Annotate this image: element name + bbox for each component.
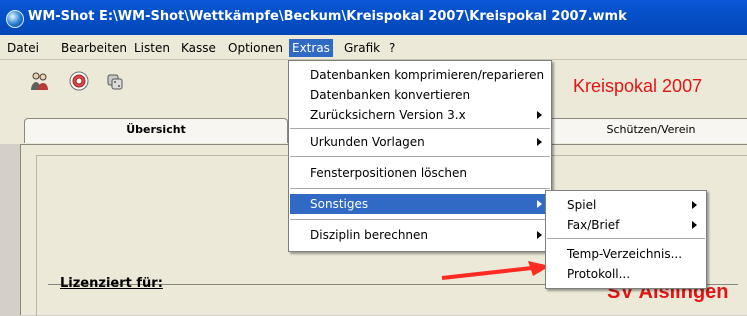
menu-grafik[interactable]: Grafik xyxy=(341,39,383,57)
menu-extras[interactable]: Extras xyxy=(289,39,333,57)
submenu-arrow-icon xyxy=(692,201,697,209)
menu-item-compact-db[interactable]: Datenbanken komprimieren/reparieren xyxy=(290,65,550,85)
menu-separator xyxy=(290,219,550,220)
submenu-arrow-icon xyxy=(537,111,542,119)
people-icon[interactable] xyxy=(28,70,52,92)
title-bar: WM-Shot E:\WM-Shot\Wettkämpfe\Beckum\Kre… xyxy=(0,0,747,35)
menu-datei[interactable]: Datei xyxy=(4,39,42,57)
menu-separator xyxy=(547,238,705,239)
tab-schuetzen-verein[interactable]: Schützen/Verein xyxy=(540,118,747,143)
tab-uebersicht[interactable]: Übersicht xyxy=(24,118,288,143)
window-title: WM-Shot E:\WM-Shot\Wettkämpfe\Beckum\Kre… xyxy=(28,9,627,24)
competition-title: Kreispokal 2007 xyxy=(573,76,703,96)
menu-item-fax-brief[interactable]: Fax/Brief xyxy=(547,215,705,235)
target-icon[interactable] xyxy=(67,70,91,92)
menu-item-calculate-discipline[interactable]: Disziplin berechnen xyxy=(290,225,550,245)
menu-help[interactable]: ? xyxy=(386,39,398,57)
sonstiges-submenu: Spiel Fax/Brief Temp-Verzeichnis... Prot… xyxy=(545,190,707,289)
tab-label: Übersicht xyxy=(126,123,186,136)
licensed-for-label: Lizenziert für: xyxy=(60,276,163,291)
menu-optionen[interactable]: Optionen xyxy=(225,39,286,57)
tab-label: Schützen/Verein xyxy=(606,123,696,136)
submenu-arrow-icon xyxy=(537,231,542,239)
menu-item-sonstiges[interactable]: Sonstiges xyxy=(290,194,550,214)
submenu-arrow-icon xyxy=(692,221,697,229)
menu-item-certificate-templates[interactable]: Urkunden Vorlagen xyxy=(290,132,550,152)
menu-item-convert-db[interactable]: Datenbanken konvertieren xyxy=(290,85,550,105)
submenu-arrow-icon xyxy=(537,138,542,146)
menu-item-restore-v3[interactable]: Zurücksichern Version 3.x xyxy=(290,105,550,125)
menu-listen[interactable]: Listen xyxy=(131,39,173,57)
menu-separator xyxy=(290,156,550,157)
menu-bar: Datei Bearbeiten Listen Kasse Optionen E… xyxy=(0,35,747,60)
menu-item-spiel[interactable]: Spiel xyxy=(547,195,705,215)
menu-item-temp-folder[interactable]: Temp-Verzeichnis... xyxy=(547,244,705,264)
app-icon xyxy=(6,10,24,28)
menu-separator xyxy=(290,188,550,189)
extras-menu: Datenbanken komprimieren/reparieren Date… xyxy=(288,60,552,252)
menu-bearbeiten[interactable]: Bearbeiten xyxy=(58,39,130,57)
submenu-arrow-icon xyxy=(537,200,542,208)
menu-item-protokoll[interactable]: Protokoll... xyxy=(547,264,705,284)
menu-kasse[interactable]: Kasse xyxy=(178,39,219,57)
dice-icon[interactable] xyxy=(102,70,126,92)
red-arrow-icon xyxy=(441,261,550,280)
menu-item-delete-window-positions[interactable]: Fensterpositionen löschen xyxy=(290,163,550,183)
menu-separator xyxy=(290,128,550,129)
